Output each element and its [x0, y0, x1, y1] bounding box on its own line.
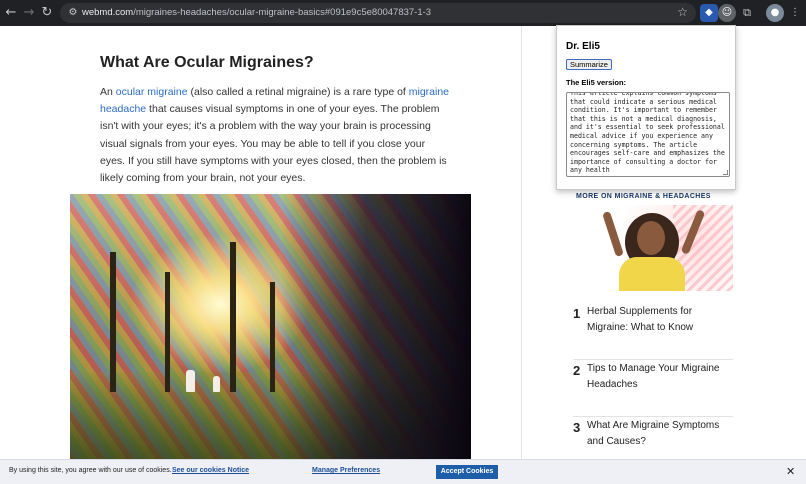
- eli5-version-label: The Eli5 version:: [566, 78, 627, 87]
- eli5-extension-icon[interactable]: ☺: [718, 4, 736, 22]
- paragraph-text: (also called a retinal migraine) is a ra…: [187, 86, 409, 98]
- cookie-banner: By using this site, you agree with our u…: [0, 459, 806, 484]
- menu-dots-icon[interactable]: ⋮: [786, 4, 804, 22]
- hero-person: [186, 370, 195, 392]
- article-paragraph: An ocular migraine (also called a retina…: [100, 84, 450, 187]
- forward-arrow-icon[interactable]: →: [20, 4, 38, 22]
- sidebar-divider: [521, 26, 522, 461]
- back-arrow-icon[interactable]: ←: [2, 4, 20, 22]
- popup-title: Dr. Eli5: [566, 41, 600, 52]
- reload-icon[interactable]: ↻: [38, 4, 56, 22]
- sidebar-item-number: 3: [573, 420, 581, 435]
- accept-cookies-button[interactable]: Accept Cookies: [436, 465, 498, 479]
- hero-tree: [110, 252, 116, 392]
- profile-avatar-icon[interactable]: ●: [766, 4, 784, 22]
- url-path: /migraines-headaches/ocular-migraine-bas…: [133, 7, 432, 18]
- sidebar-item-2[interactable]: 2 Tips to Manage Your Migraine Headaches: [573, 361, 733, 417]
- hero-tree: [165, 272, 170, 392]
- extension-popup: Dr. Eli5 Summarize The Eli5 version: Thi…: [556, 25, 736, 190]
- sidebar-item-number: 2: [573, 363, 581, 378]
- summary-text: This article explains common symptoms th…: [570, 92, 729, 175]
- paragraph-text: that causes visual symptoms in one of yo…: [100, 103, 447, 185]
- summarize-button[interactable]: Summarize: [566, 59, 612, 70]
- address-bar[interactable]: ⚙ webmd.com/migraines-headaches/ocular-m…: [60, 3, 696, 23]
- promo-shirt: [619, 257, 685, 291]
- hero-tree: [230, 242, 236, 392]
- sidebar-item-title[interactable]: Tips to Manage Your Migraine Headaches: [587, 361, 733, 392]
- hero-dark-overlay: [281, 194, 471, 462]
- sidebar-item-1[interactable]: 1 Herbal Supplements for Migraine: What …: [573, 304, 733, 360]
- summary-textarea[interactable]: This article explains common symptoms th…: [566, 92, 730, 177]
- cookie-notice-link[interactable]: See our cookies Notice: [172, 467, 249, 474]
- article-hero-image: [70, 194, 471, 462]
- article-heading: What Are Ocular Migraines?: [100, 54, 314, 71]
- hero-tree: [270, 282, 275, 392]
- shield-extension-icon[interactable]: ◆: [700, 4, 718, 22]
- ocular-migraine-link[interactable]: ocular migraine: [116, 86, 188, 98]
- more-on-heading: MORE ON MIGRAINE & HEADACHES: [576, 193, 711, 200]
- paragraph-text: An: [100, 86, 116, 98]
- extensions-puzzle-icon[interactable]: ⧉: [738, 4, 756, 22]
- promo-arm: [602, 210, 624, 258]
- close-icon[interactable]: ✕: [786, 465, 795, 478]
- url-domain: webmd.com: [82, 7, 134, 18]
- sidebar-item-number: 1: [573, 306, 581, 321]
- hero-person: [213, 376, 220, 392]
- article: What Are Ocular Migraines? An ocular mig…: [100, 54, 450, 187]
- manage-preferences-link[interactable]: Manage Preferences: [312, 467, 380, 474]
- resize-grip-icon[interactable]: [723, 170, 728, 175]
- bookmark-star-icon[interactable]: ☆: [677, 5, 688, 19]
- site-info-icon[interactable]: ⚙: [67, 7, 79, 19]
- browser-toolbar: ← → ↻ ⚙ webmd.com/migraines-headaches/oc…: [0, 0, 806, 26]
- promo-face: [637, 221, 665, 255]
- sidebar-promo-image[interactable]: [573, 205, 733, 291]
- sidebar-item-title[interactable]: What Are Migraine Symptoms and Causes?: [587, 418, 733, 449]
- cookie-message: By using this site, you agree with our u…: [9, 467, 172, 474]
- sidebar-item-title[interactable]: Herbal Supplements for Migraine: What to…: [587, 304, 733, 335]
- url-text[interactable]: webmd.com/migraines-headaches/ocular-mig…: [82, 6, 431, 20]
